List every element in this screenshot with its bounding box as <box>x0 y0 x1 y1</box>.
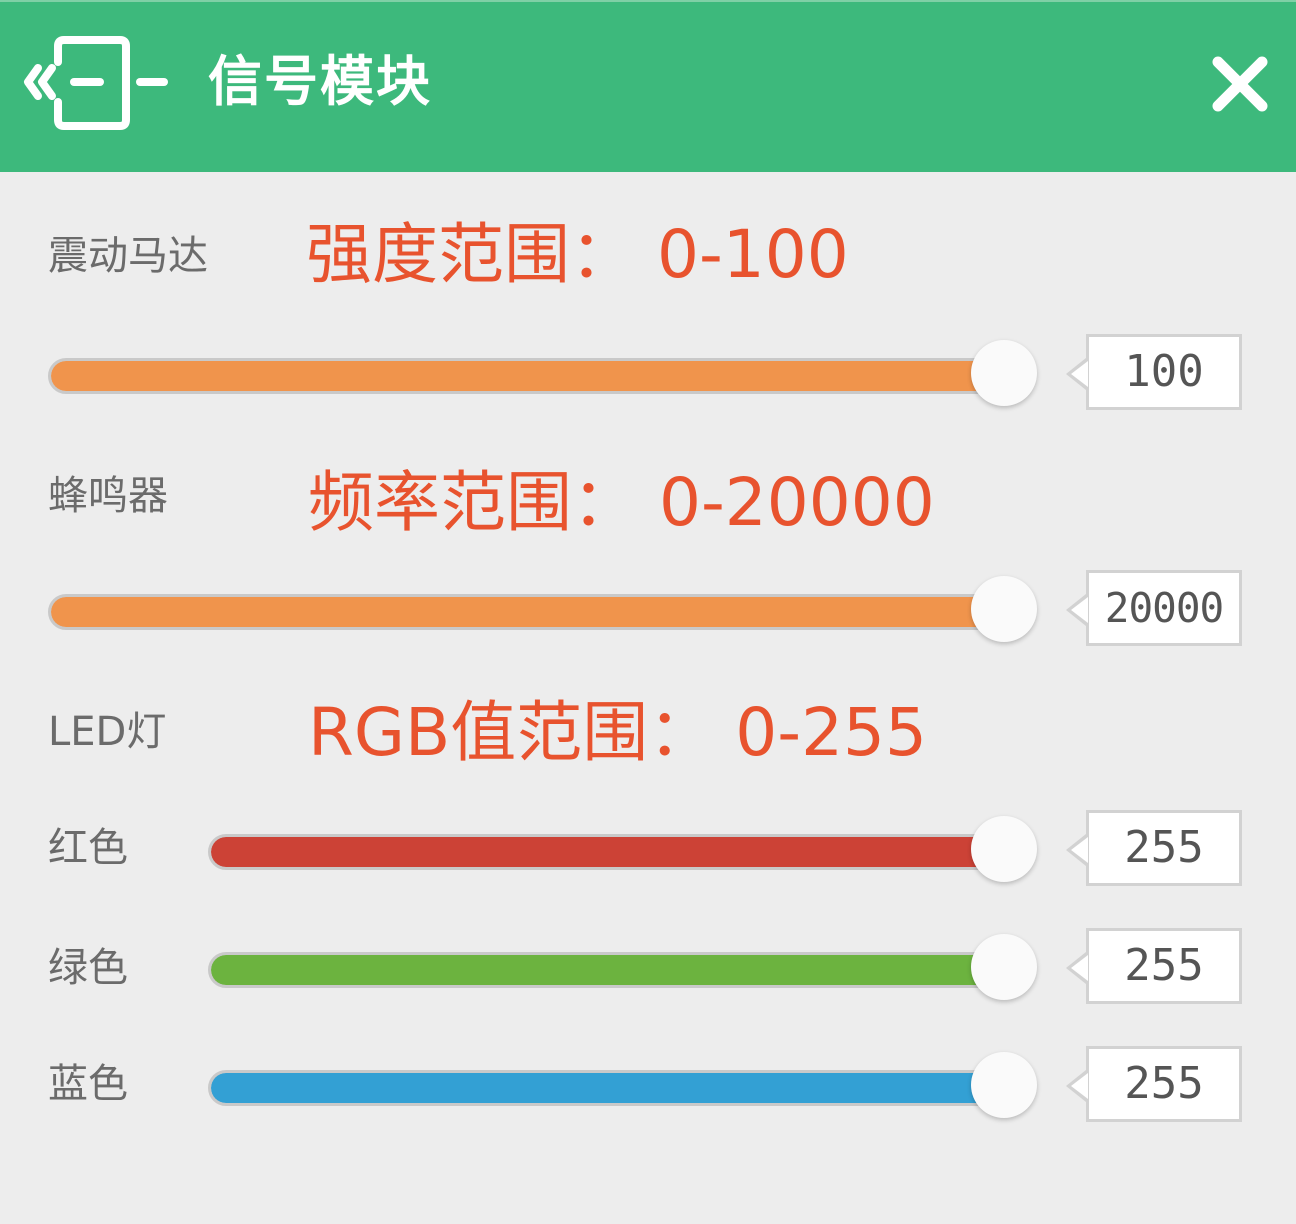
panel-header: 信号模块 <box>0 0 1296 172</box>
blue-slider[interactable] <box>208 1048 1037 1124</box>
slider-fill <box>51 597 1001 627</box>
red-label: 红色 <box>48 825 128 871</box>
signal-module-panel: 信号模块 震动马达 强度范围： 0-100 100 蜂鸣器 频率范围： 0-20… <box>0 0 1296 1224</box>
vibration-value: 100 <box>1124 346 1204 397</box>
slider-fill <box>51 361 1001 391</box>
slider-thumb[interactable] <box>971 576 1037 642</box>
slider-thumb[interactable] <box>971 1052 1037 1118</box>
vibration-value-box[interactable]: 100 <box>1066 334 1242 410</box>
buzzer-range-hint: 频率范围： 0-20000 <box>308 464 935 541</box>
blue-value: 255 <box>1124 1058 1204 1109</box>
vibration-slider[interactable] <box>48 336 1037 412</box>
red-value-box[interactable]: 255 <box>1066 810 1242 886</box>
slider-fill <box>211 955 1001 985</box>
slider-track <box>208 952 1004 988</box>
panel-title: 信号模块 <box>208 50 432 113</box>
green-label: 绿色 <box>48 945 128 991</box>
red-value: 255 <box>1124 822 1204 873</box>
slider-thumb[interactable] <box>971 816 1037 882</box>
vibration-label: 震动马达 <box>48 233 208 279</box>
led-label: LED灯 <box>48 709 167 755</box>
slider-thumb[interactable] <box>971 934 1037 1000</box>
exit-door-icon <box>24 36 168 130</box>
vibration-range-hint: 强度范围： 0-100 <box>306 216 849 293</box>
buzzer-label: 蜂鸣器 <box>48 473 168 519</box>
green-value-box[interactable]: 255 <box>1066 928 1242 1004</box>
buzzer-value: 20000 <box>1104 584 1224 632</box>
slider-fill <box>211 1073 1001 1103</box>
slider-track <box>48 358 1004 394</box>
slider-track <box>208 834 1004 870</box>
buzzer-slider[interactable] <box>48 572 1037 648</box>
slider-track <box>48 594 1004 630</box>
close-button[interactable] <box>1206 50 1274 118</box>
led-range-hint: RGB值范围： 0-255 <box>308 694 928 771</box>
green-slider[interactable] <box>208 930 1037 1006</box>
green-value: 255 <box>1124 940 1204 991</box>
buzzer-value-box[interactable]: 20000 <box>1066 570 1242 646</box>
close-icon <box>1212 56 1268 112</box>
slider-track <box>208 1070 1004 1106</box>
slider-thumb[interactable] <box>971 340 1037 406</box>
back-button[interactable] <box>22 32 172 136</box>
blue-label: 蓝色 <box>48 1061 128 1107</box>
slider-fill <box>211 837 1001 867</box>
red-slider[interactable] <box>208 812 1037 888</box>
blue-value-box[interactable]: 255 <box>1066 1046 1242 1122</box>
